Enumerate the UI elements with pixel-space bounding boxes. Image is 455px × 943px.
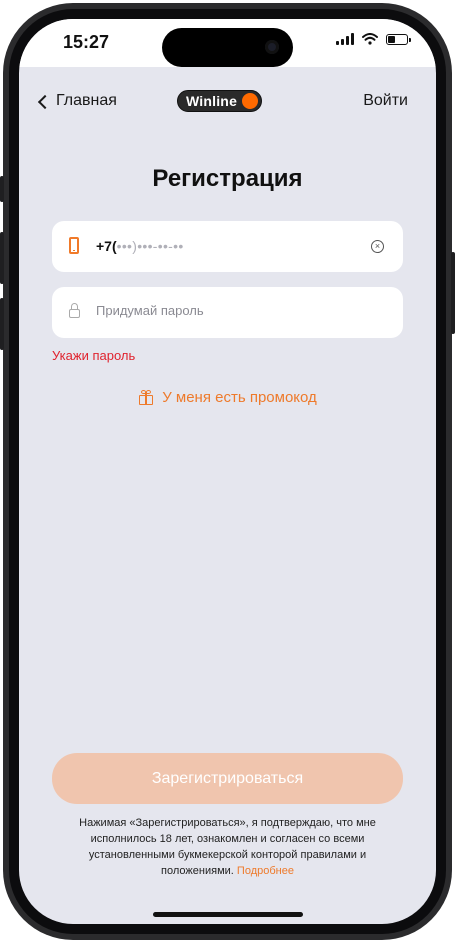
- top-nav: Главная Winline Войти: [19, 89, 436, 119]
- phone-prefix: +7(: [96, 238, 117, 254]
- status-time: 15:27: [63, 32, 110, 52]
- lock-icon: [69, 303, 80, 318]
- power-button: [451, 252, 455, 334]
- winline-logo: Winline: [177, 90, 263, 112]
- gift-icon: [138, 389, 154, 406]
- volume-up-button: [0, 232, 4, 284]
- phone-icon: [69, 237, 79, 254]
- battery-icon: [386, 33, 411, 45]
- password-field[interactable]: [52, 287, 403, 338]
- back-label: Главная: [56, 92, 117, 109]
- signal-icon: [336, 33, 354, 45]
- disclaimer: Нажимая «Зарегистрироваться», я подтверж…: [59, 815, 396, 879]
- home-indicator[interactable]: [153, 912, 303, 917]
- camera-icon: [265, 40, 279, 54]
- action-button: [0, 176, 4, 202]
- dynamic-island: [162, 28, 293, 67]
- promo-label: У меня есть промокод: [162, 389, 317, 406]
- chevron-left-icon: [37, 94, 53, 109]
- back-button[interactable]: Главная: [37, 92, 117, 110]
- password-error: Укажи пароль: [52, 348, 136, 363]
- logo-dot-icon: [240, 91, 261, 111]
- status-icons: [336, 33, 411, 45]
- phone-mask: •••)•••-••-••: [116, 238, 184, 254]
- login-button[interactable]: Войти: [363, 92, 408, 110]
- page-title: Регистрация: [152, 165, 303, 192]
- disclaimer-text: Нажимая «Зарегистрироваться», я подтверж…: [79, 817, 376, 877]
- clear-icon[interactable]: ×: [371, 240, 384, 253]
- wifi-icon: [362, 33, 378, 45]
- phone-field[interactable]: +7(•••)•••-••-•• ×: [52, 221, 403, 272]
- status-bar: 15:27: [19, 19, 436, 67]
- promo-code-link[interactable]: У меня есть промокод: [19, 389, 436, 406]
- more-link[interactable]: Подробнее: [237, 865, 294, 877]
- register-button[interactable]: Зарегистрироваться: [52, 753, 403, 804]
- app-screen: 15:27 Главная Winline Войти Регистрация …: [19, 19, 436, 924]
- phone-value[interactable]: +7(•••)•••-••-••: [96, 238, 184, 254]
- password-input[interactable]: [96, 303, 376, 318]
- volume-down-button: [0, 298, 4, 350]
